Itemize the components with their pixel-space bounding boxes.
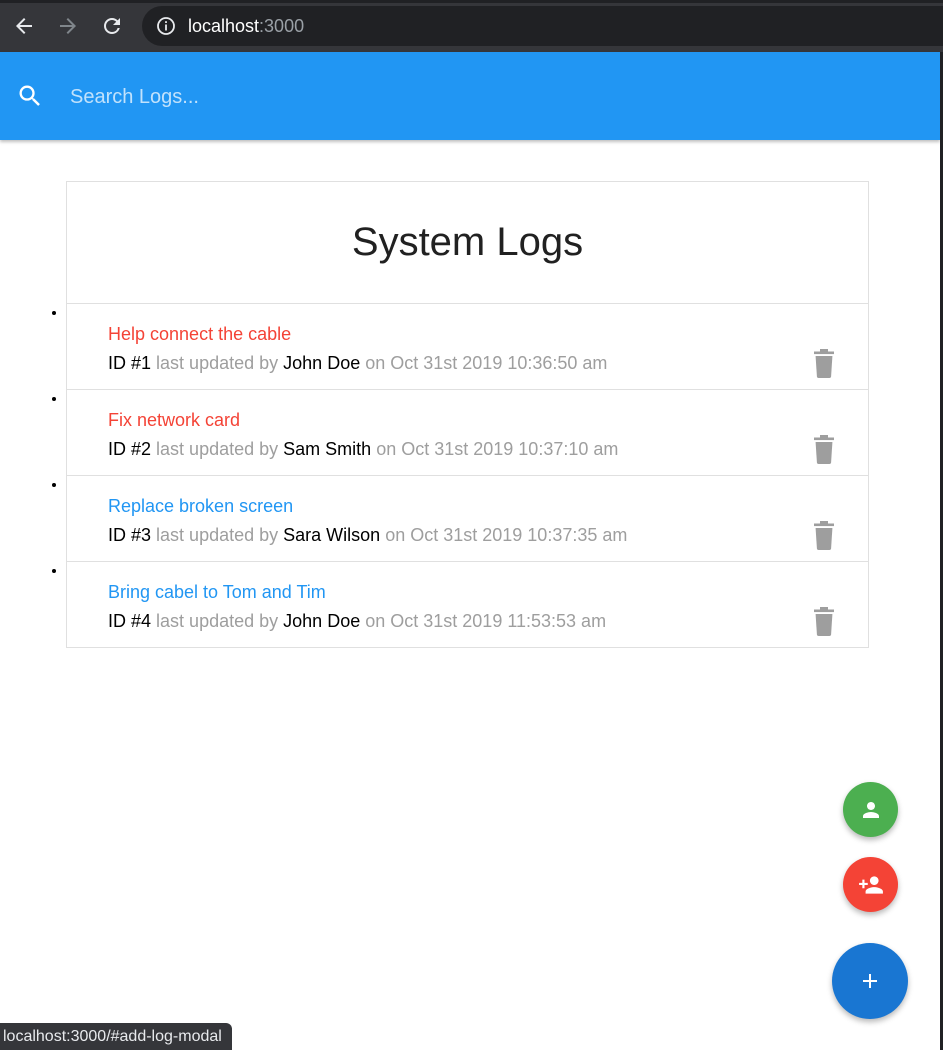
app-navbar (0, 52, 940, 140)
log-item: Bring cabel to Tom and Tim ID #4 last up… (67, 562, 868, 647)
arrow-right-icon (60, 18, 76, 34)
url-host: localhost (188, 16, 260, 36)
address-bar[interactable]: localhost:3000 (142, 6, 943, 46)
tab-strip-edge (0, 0, 943, 3)
log-message-link[interactable]: Replace broken screen (108, 495, 293, 517)
reload-icon (104, 18, 120, 34)
forward-button[interactable] (56, 14, 80, 38)
logs-list: System Logs Help connect the cable ID #1… (66, 181, 869, 648)
arrow-left-icon (16, 18, 32, 34)
log-date: on Oct 31st 2019 10:37:10 am (376, 439, 619, 459)
log-message-link[interactable]: Help connect the cable (108, 323, 291, 345)
log-meta: ID #2 last updated by Sam Smith on Oct 3… (108, 438, 618, 460)
search-icon[interactable] (16, 82, 44, 110)
log-message-link[interactable]: Bring cabel to Tom and Tim (108, 581, 326, 603)
tech-list-button[interactable] (843, 782, 898, 837)
url-port: :3000 (259, 16, 305, 36)
log-updated-text: last updated by (156, 439, 279, 459)
address-url[interactable]: localhost:3000 (188, 16, 304, 36)
log-id: ID #1 (108, 353, 152, 373)
back-button[interactable] (12, 14, 36, 38)
log-item: Fix network card ID #2 last updated by S… (67, 390, 868, 476)
log-tech: John Doe (283, 353, 361, 373)
log-id: ID #2 (108, 439, 152, 459)
person-icon (862, 801, 879, 818)
log-date: on Oct 31st 2019 10:37:35 am (385, 525, 628, 545)
delete-log-button[interactable] (812, 434, 836, 464)
trash-icon (814, 521, 834, 550)
log-updated-text: last updated by (156, 611, 279, 631)
trash-icon (814, 435, 834, 464)
log-tech: Sara Wilson (283, 525, 381, 545)
trash-icon (814, 349, 834, 378)
log-tech: Sam Smith (283, 439, 372, 459)
add-tech-button[interactable] (843, 857, 898, 912)
log-updated-text: last updated by (156, 353, 279, 373)
status-link-preview: localhost:3000/#add-log-modal (0, 1023, 232, 1050)
person-add-icon (858, 875, 883, 894)
page-title: System Logs (351, 220, 584, 264)
search-input[interactable] (70, 80, 890, 114)
logs-header: System Logs (67, 182, 868, 304)
add-log-button[interactable] (832, 943, 908, 1019)
log-date: on Oct 31st 2019 11:53:53 am (365, 611, 607, 631)
log-meta: ID #4 last updated by John Doe on Oct 31… (108, 610, 606, 632)
log-meta: ID #1 last updated by John Doe on Oct 31… (108, 352, 607, 374)
delete-log-button[interactable] (812, 348, 836, 378)
log-item: Help connect the cable ID #1 last update… (67, 304, 868, 390)
log-meta: ID #3 last updated by Sara Wilson on Oct… (108, 524, 627, 546)
browser-toolbar: localhost:3000 (0, 0, 943, 52)
log-tech: John Doe (283, 611, 361, 631)
delete-log-button[interactable] (812, 606, 836, 636)
log-updated-text: last updated by (156, 525, 279, 545)
info-icon[interactable] (156, 16, 176, 36)
log-message-link[interactable]: Fix network card (108, 409, 240, 431)
trash-icon (814, 607, 834, 636)
log-id: ID #3 (108, 525, 152, 545)
plus-icon (863, 974, 877, 988)
delete-log-button[interactable] (812, 520, 836, 550)
log-date: on Oct 31st 2019 10:36:50 am (365, 353, 608, 373)
reload-button[interactable] (100, 14, 124, 38)
log-id: ID #4 (108, 611, 152, 631)
log-item: Replace broken screen ID #3 last updated… (67, 476, 868, 562)
